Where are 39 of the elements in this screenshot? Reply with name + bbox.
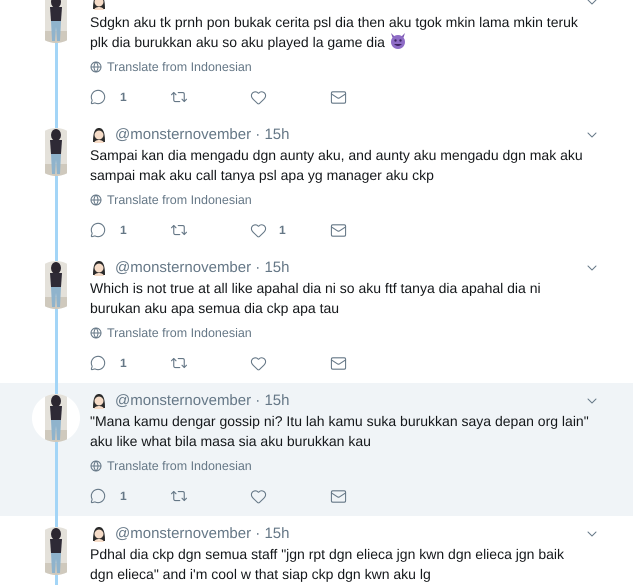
like-icon[interactable] bbox=[250, 222, 267, 238]
translate-link[interactable]: Translate from Indonesian bbox=[107, 190, 252, 210]
like-icon[interactable] bbox=[250, 88, 267, 106]
avatar[interactable] bbox=[32, 394, 80, 442]
translate-link[interactable]: Translate from Indonesian bbox=[107, 456, 252, 476]
reply-icon[interactable] bbox=[90, 222, 106, 238]
message-icon[interactable] bbox=[330, 222, 347, 238]
tweet-byline[interactable]: @monsternovember · 15h bbox=[115, 522, 290, 546]
globe-icon bbox=[90, 61, 102, 73]
tweet-text: Pdhal dia ckp dgn semua staff "jgn rpt dgn elieca jgn kwn dgn elieca jgn baik dgn elieca" and i'm cool w that siap ckp dgn kwn aku lg bbox=[90, 545, 566, 584]
person-icon bbox=[90, 126, 108, 144]
person-icon bbox=[90, 259, 108, 277]
reply-count: 1 bbox=[120, 488, 127, 505]
tweet-byline[interactable]: @monsternovember · 15h bbox=[115, 256, 290, 280]
reply-count: 1 bbox=[120, 355, 127, 372]
reply-count: 1 bbox=[120, 222, 127, 239]
reply-count: 1 bbox=[120, 89, 127, 106]
reply-icon[interactable] bbox=[90, 355, 106, 371]
message-icon[interactable] bbox=[330, 354, 347, 372]
tweet-text: Sdgkn aku tk prnh pon bukak cerita psl dia then aku tgok mkin lama mkin teruk plk dia burukkan aku so aku played la game dia bbox=[90, 13, 579, 52]
tweet-text: Which is not true at all like apahal dia ni so aku ftf tanya dia apahal dia ni burukan aku apa semua dia ckp apa tau bbox=[90, 279, 542, 318]
globe-icon bbox=[90, 327, 102, 339]
globe-icon bbox=[90, 194, 102, 206]
like-icon[interactable] bbox=[250, 488, 267, 504]
translate-link[interactable]: Translate from Indonesian bbox=[107, 58, 252, 76]
tweet-byline[interactable]: @monsternovember · 15h bbox=[115, 390, 290, 412]
tweet-text: Sampai kan dia mengadu dgn aunty aku, and aunty aku mengadu dgn mak aku sampai mak aku call tanya psl apa yg manager aku ckp bbox=[90, 146, 584, 185]
reply-icon[interactable] bbox=[90, 89, 106, 105]
message-icon[interactable] bbox=[330, 488, 347, 504]
tweet-byline[interactable]: @monsternovember · 15h bbox=[115, 124, 290, 146]
translate-link[interactable]: Translate from Indonesian bbox=[107, 324, 252, 342]
tweet-text: "Mana kamu dengar gossip ni? Itu lah kamu suka burukkan saya depan org lain" aku like what bila masa sia aku burukkan kau bbox=[90, 412, 590, 451]
globe-icon bbox=[90, 460, 102, 472]
message-icon[interactable] bbox=[330, 88, 347, 106]
person-icon bbox=[90, 392, 108, 410]
person-icon bbox=[90, 525, 108, 543]
like-icon[interactable] bbox=[250, 354, 267, 372]
like-count: 1 bbox=[279, 222, 286, 239]
reply-icon[interactable] bbox=[90, 488, 106, 504]
